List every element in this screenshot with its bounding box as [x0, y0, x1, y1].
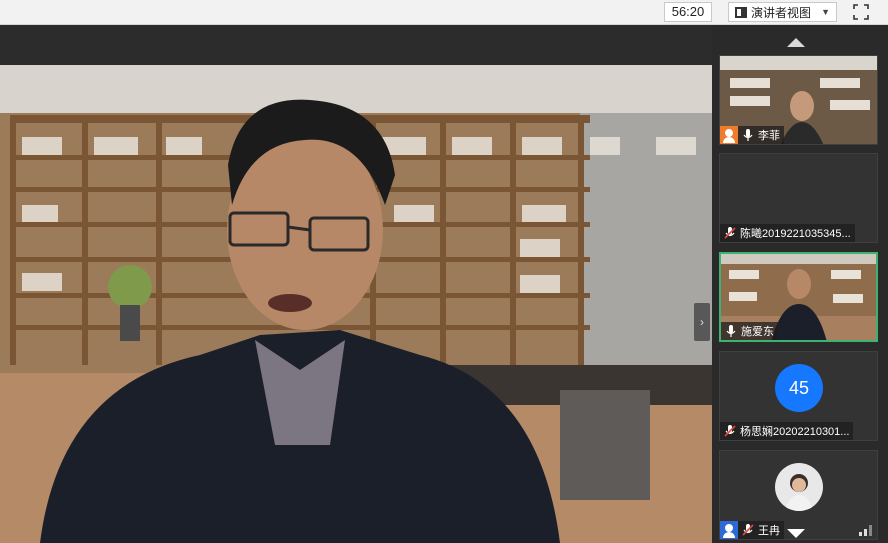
presenter-view-label: 演讲者视图: [751, 5, 812, 20]
top-toolbar: 56:20 演讲者视图 ▼: [0, 0, 888, 25]
scroll-down-arrow-icon[interactable]: [787, 529, 805, 538]
muted-microphone-icon: [742, 524, 754, 536]
participant-tile[interactable]: 李菲: [719, 55, 878, 145]
next-page-arrow[interactable]: ›: [694, 303, 710, 341]
participant-name-bar: 李菲: [720, 126, 784, 144]
participant-name-bar: 陈曦2019221035345...: [720, 224, 855, 242]
speaker-video-frame: [0, 25, 712, 543]
participant-name-bar: 施爱东: [721, 322, 778, 340]
meeting-timer: 56:20: [664, 2, 712, 22]
participant-name: 王冉: [758, 525, 780, 537]
participant-name: 李菲: [758, 130, 780, 142]
presenter-view-dropdown[interactable]: 演讲者视图 ▼: [728, 2, 837, 22]
muted-microphone-icon: [724, 227, 736, 239]
scroll-up-arrow-icon[interactable]: [787, 38, 805, 47]
muted-microphone-icon: [724, 425, 736, 437]
user-badge-icon: [720, 521, 738, 539]
participant-name: 杨思娴20202210301...: [740, 426, 850, 438]
participant-name-bar: 杨思娴20202210301...: [720, 422, 854, 440]
participant-name-bar: 王冉: [720, 521, 784, 539]
fullscreen-icon[interactable]: [852, 3, 870, 21]
participant-name: 陈曦2019221035345...: [740, 228, 851, 240]
participant-name: 施爱东: [741, 326, 774, 338]
main-speaker-video: ›: [0, 25, 712, 543]
microphone-icon: [743, 129, 753, 141]
participant-sidebar: 李菲 陈曦2019221035345... 施爱东 45 杨思娴20202210…: [712, 25, 888, 543]
microphone-icon: [726, 325, 736, 337]
presenter-view-icon: [735, 6, 747, 18]
signal-strength-icon: [859, 525, 872, 536]
participant-tile[interactable]: 45 杨思娴20202210301...: [719, 351, 878, 441]
participant-tile-active[interactable]: 施爱东: [719, 252, 878, 342]
chevron-down-icon: ▼: [821, 7, 830, 17]
participant-tile[interactable]: 王冉: [719, 450, 878, 540]
participant-tile[interactable]: 陈曦2019221035345...: [719, 153, 878, 243]
user-badge-icon: [720, 126, 738, 144]
avatar: 45: [775, 364, 823, 412]
avatar: [775, 463, 823, 511]
